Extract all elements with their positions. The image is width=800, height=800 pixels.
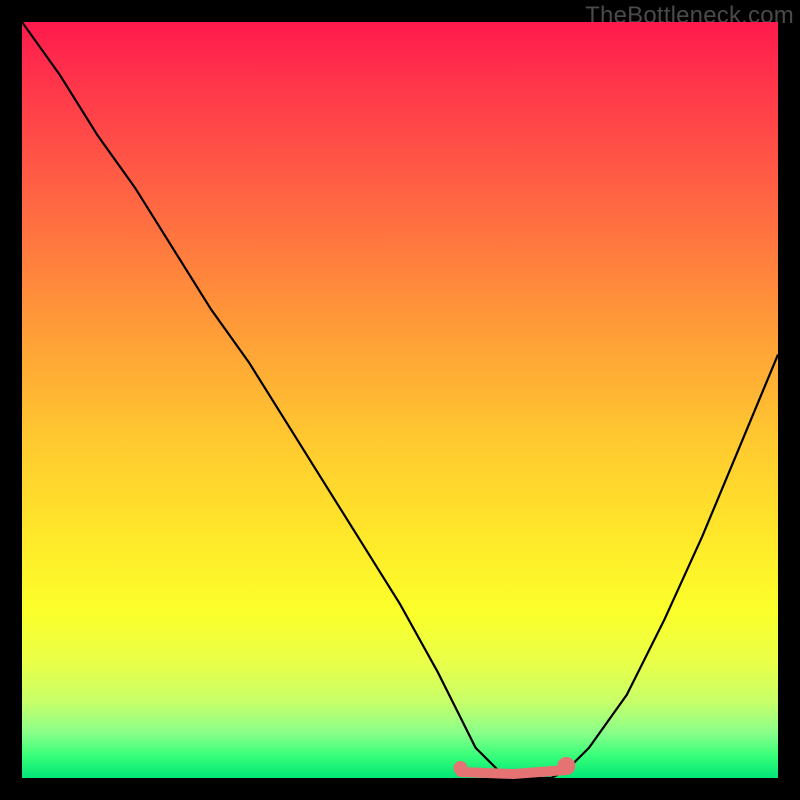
chart-frame: TheBottleneck.com	[0, 0, 800, 800]
optimal-region-line	[460, 770, 566, 774]
optimal-region-end-dot	[557, 757, 575, 775]
curve-svg	[22, 22, 778, 778]
optimal-region-start-dot	[453, 761, 467, 775]
plot-area	[22, 22, 778, 778]
bottleneck-curve	[22, 22, 778, 778]
